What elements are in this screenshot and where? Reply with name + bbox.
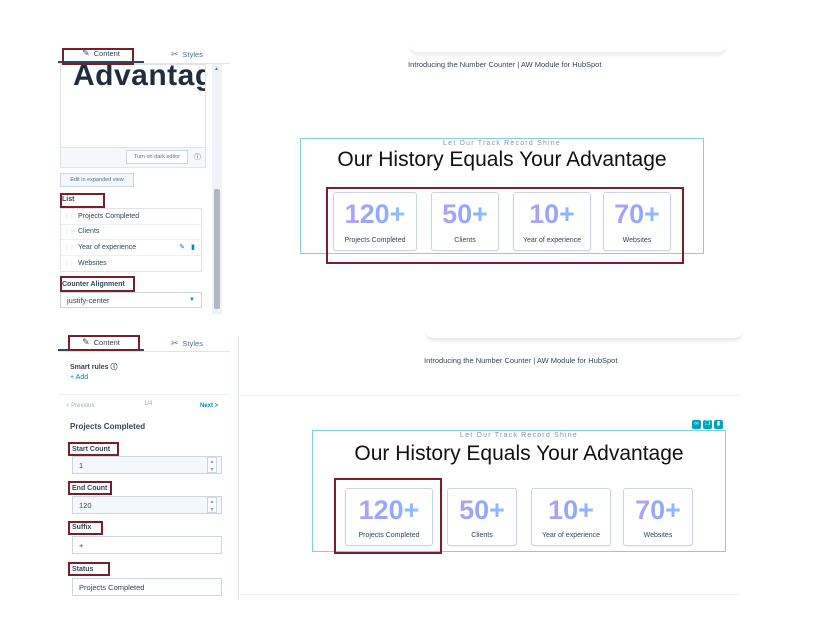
info-icon[interactable]: ⓘ	[110, 364, 117, 371]
intro-text: Introducing the Number Counter | AW Modu…	[408, 60, 602, 69]
counter-label: Websites	[622, 237, 652, 244]
status-label: Status	[72, 566, 94, 573]
styles-icon: ✂	[171, 338, 179, 348]
status-input[interactable]: Projects Completed	[72, 578, 222, 596]
counter-card: 10+ Year of experience	[513, 192, 591, 251]
counter-module-top[interactable]: Let Our Track Record Shine Our History E…	[300, 138, 704, 254]
counter-label: Clients	[471, 532, 493, 539]
section-divider	[240, 395, 740, 396]
drag-handle-icon[interactable]: ⋮⋮	[64, 228, 75, 235]
counter-label: Year of experience	[522, 237, 582, 244]
bottom-preview-card-shadow	[426, 330, 742, 338]
drag-handle-icon[interactable]: ⋮⋮	[64, 260, 75, 267]
counter-card: 50+ Clients	[431, 192, 499, 251]
counter-card: 70+ Websites	[623, 488, 693, 546]
suffix-label: Suffix	[72, 524, 92, 531]
list-item[interactable]: ⋮⋮ Websites	[61, 256, 201, 272]
counter-card: 70+ Websites	[603, 192, 671, 251]
panel-tabs: ✎ Content ✂ Styles	[58, 46, 230, 64]
pencil-icon: ✎	[82, 337, 90, 347]
edit-icon[interactable]: ✎	[179, 243, 185, 251]
chevron-down-icon: ▼	[189, 297, 195, 303]
expanded-view-button[interactable]: Edit in expanded view	[60, 173, 134, 187]
stepper-up-icon[interactable]: ▲	[208, 498, 216, 506]
tab-content[interactable]: ✎ Content	[58, 336, 144, 351]
kicker-text: Let Our Track Record Shine	[460, 432, 578, 439]
pager: 1/4	[144, 401, 153, 407]
list-item[interactable]: ⋮⋮ Year of experience ✎ ▮	[61, 240, 201, 256]
pencil-icon: ✎	[82, 48, 90, 58]
dark-editor-button[interactable]: Turn on dark editor	[126, 150, 188, 164]
stepper-down-icon[interactable]: ▼	[208, 466, 216, 474]
end-count-label: End Count	[72, 485, 108, 492]
counter-alignment-label: Counter Alignment	[62, 281, 125, 288]
scrollbar-thumb[interactable]	[214, 189, 220, 309]
list-items: ⋮⋮ Projects Completed ⋮⋮ Clients ⋮⋮ Year of…	[60, 208, 202, 272]
suffix-input[interactable]: +	[72, 536, 222, 554]
info-icon[interactable]: ⓘ	[194, 152, 201, 162]
counter-card: 120+ Projects Completed	[333, 192, 417, 251]
counter-label: Year of experience	[541, 532, 601, 539]
list-item[interactable]: ⋮⋮ Clients	[61, 225, 201, 240]
smart-rules-label: Smart rules ⓘ	[70, 364, 118, 371]
module-toolbar: ∞ ❐ ▮	[692, 420, 723, 429]
add-smart-rule-link[interactable]: + Add	[70, 374, 88, 381]
trash-icon[interactable]: ▮	[714, 420, 723, 429]
counter-alignment-select[interactable]: justify-center ▼	[60, 292, 202, 308]
scrollbar-up-arrow[interactable]: ▲	[214, 66, 219, 72]
copy-icon[interactable]: ❐	[703, 420, 712, 429]
trash-icon[interactable]: ▮	[191, 243, 195, 251]
start-count-label: Start Count	[72, 446, 111, 453]
counter-number: 70+	[604, 199, 670, 230]
counter-number: 120+	[334, 199, 416, 230]
counter-card: 10+ Year of experience	[531, 488, 611, 546]
end-count-input[interactable]: 120 ▲ ▼	[72, 496, 222, 514]
list-item[interactable]: ⋮⋮ Projects Completed	[61, 209, 201, 225]
list-label: List	[62, 196, 75, 203]
tab-styles[interactable]: ✂ Styles	[144, 336, 230, 351]
tab-content[interactable]: ✎ Content	[58, 46, 144, 63]
styles-icon: ✂	[171, 49, 179, 59]
start-count-input[interactable]: 1 ▲ ▼	[72, 456, 222, 474]
drag-handle-icon[interactable]: ⋮⋮	[64, 244, 75, 251]
counter-number: 120+	[346, 495, 432, 526]
editor-panel-bottom: ✎ Content ✂ Styles Smart rules ⓘ + Add < P…	[58, 336, 230, 600]
counter-number: 10+	[532, 495, 610, 526]
panel-tabs: ✎ Content ✂ Styles	[58, 336, 230, 352]
intro-text: Introducing the Number Counter | AW Modu…	[424, 356, 618, 365]
stepper-down-icon[interactable]: ▼	[208, 506, 216, 514]
next-link[interactable]: Next >	[200, 403, 218, 409]
link-icon[interactable]: ∞	[692, 420, 701, 429]
panel-scrollbar[interactable]: ▲	[212, 64, 222, 314]
item-title: Projects Completed	[70, 422, 146, 431]
panel-divider	[238, 336, 239, 600]
counter-module-bottom[interactable]: Let Our Track Record Shine Our History E…	[312, 430, 726, 552]
tab-styles[interactable]: ✂ Styles	[144, 46, 230, 63]
previous-link[interactable]: < Previous	[66, 403, 95, 409]
headline: Our History Equals Your Advantage	[354, 442, 684, 465]
drag-handle-icon[interactable]: ⋮⋮	[64, 213, 75, 220]
editor-preview-text: Advantage	[73, 64, 205, 92]
counter-number: 50+	[448, 495, 516, 526]
counter-label: Websites	[643, 532, 673, 539]
start-count-stepper[interactable]: ▲ ▼	[207, 457, 217, 473]
counter-label: Projects Completed	[358, 532, 420, 539]
counter-label: Projects Completed	[344, 237, 406, 244]
stepper-up-icon[interactable]: ▲	[208, 458, 216, 466]
end-count-stepper[interactable]: ▲ ▼	[207, 497, 217, 513]
headline: Our History Equals Your Advantage	[337, 148, 667, 171]
counter-number: 10+	[514, 199, 590, 230]
counter-number: 50+	[432, 199, 498, 230]
section-divider	[58, 394, 230, 395]
counter-label: Clients	[454, 237, 476, 244]
counter-number: 70+	[624, 495, 692, 526]
counter-card: 120+ Projects Completed	[345, 488, 433, 546]
counter-card: 50+ Clients	[447, 488, 517, 546]
kicker-text: Let Our Track Record Shine	[443, 140, 561, 147]
section-divider	[240, 594, 740, 595]
top-preview-card-shadow	[410, 44, 726, 52]
editor-panel-top: ✎Content ✂Styles Advantage Turn on dark …	[58, 46, 230, 314]
